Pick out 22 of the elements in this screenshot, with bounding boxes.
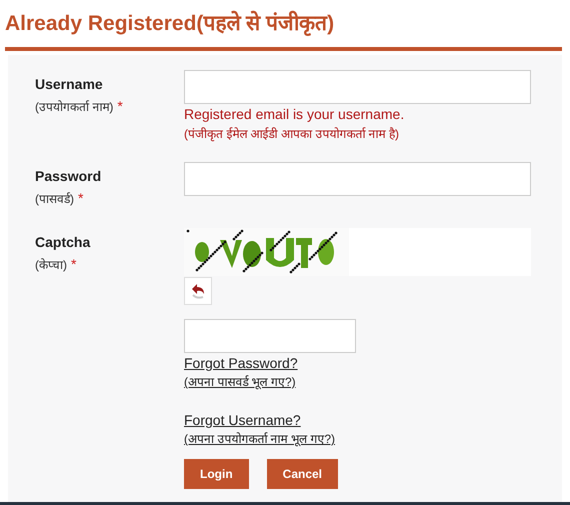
forgot-link[interactable]: Forgot Password?: [184, 355, 298, 371]
field-label: Password: [35, 168, 102, 184]
field-sublabel: (उपयोगकर्ता नाम): [35, 100, 114, 114]
forgot-link[interactable]: (अपना उपयोगकर्ता नाम भूल गए?): [184, 430, 336, 447]
cancel-button[interactable]: Cancel: [266, 459, 338, 489]
forgot-link[interactable]: (अपना पासवर्ड भूल गए?): [184, 373, 298, 390]
hint-text: (पंजीकृत ईमेल आईडी आपका उपयोगकर्ता नाम है): [184, 126, 399, 142]
field-label: Username: [35, 76, 104, 92]
required-mark: *: [71, 256, 76, 272]
captcha-field[interactable]: [184, 319, 356, 353]
required-mark: *: [78, 190, 84, 206]
field-label: Captcha: [35, 234, 92, 250]
password-field[interactable]: [184, 162, 531, 196]
field-sublabel: (केप्चा): [35, 258, 67, 272]
refresh-button[interactable]: [184, 277, 212, 305]
forgot-link[interactable]: Forgot Username?: [184, 412, 336, 428]
username-field[interactable]: [184, 70, 531, 104]
hint-text: Registered email is your username.: [184, 106, 404, 122]
login-button[interactable]: Login: [184, 459, 249, 489]
page-heading: Already Registered(पहले से पंजीकृत): [5, 10, 336, 38]
field-sublabel: (पासवर्ड): [35, 192, 74, 206]
required-mark: *: [117, 98, 123, 114]
